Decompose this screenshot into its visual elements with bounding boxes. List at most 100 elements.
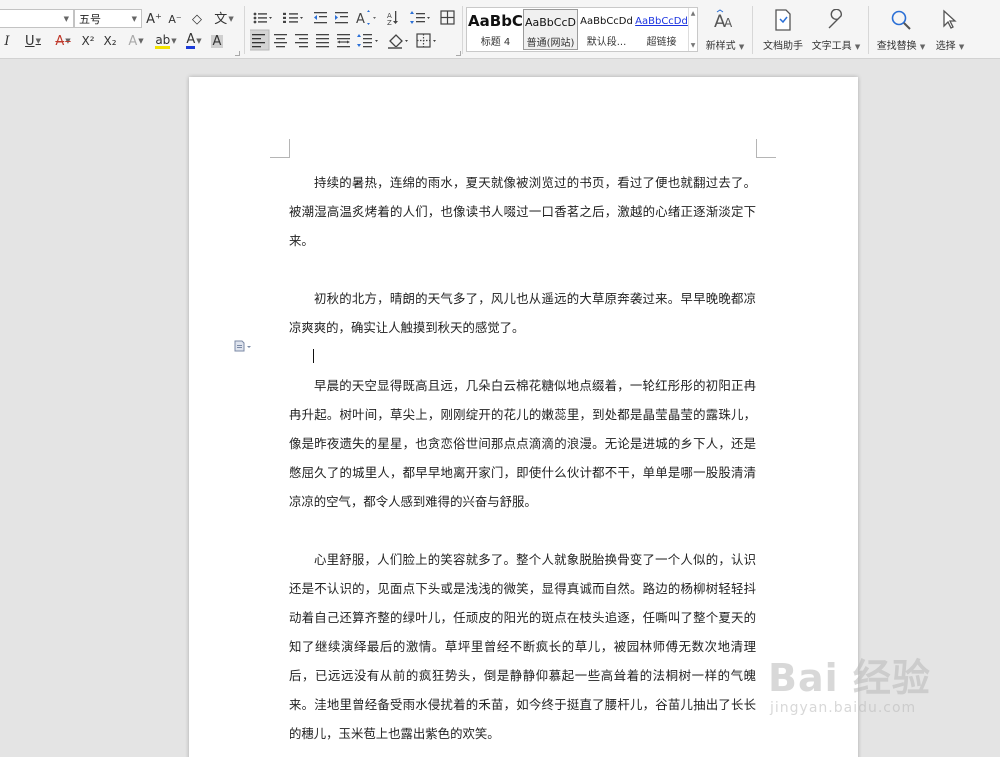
- document-page[interactable]: 持续的暑热，连绵的雨水，夏天就像被浏览过的书页，看过了便也就翻过去了。被潮湿高温…: [189, 77, 858, 757]
- shrink-font-icon: A⁻: [168, 12, 182, 26]
- select-label: 选择: [935, 41, 956, 52]
- font-dialog-launcher[interactable]: [235, 51, 240, 56]
- borders-icon[interactable]: [416, 33, 436, 48]
- separator: [868, 6, 869, 54]
- separator: [462, 6, 463, 54]
- style-default-paragraph[interactable]: AaBbCcDd 默认段...: [579, 9, 634, 50]
- decrease-indent-icon[interactable]: [314, 12, 327, 24]
- margin-mark-top-left: [270, 139, 290, 158]
- chevron-down-icon: ▼: [917, 43, 926, 51]
- grow-font-button[interactable]: A⁺: [145, 9, 163, 29]
- chevron-down-icon: ▼: [35, 36, 41, 45]
- style-name: 普通(网站): [526, 38, 575, 49]
- superscript-button[interactable]: X²: [78, 31, 98, 51]
- find-replace-label: 查找替换: [876, 41, 917, 52]
- paragraph-dialog-launcher[interactable]: [456, 51, 461, 56]
- style-preview: AaBbCcD: [525, 15, 576, 29]
- svg-text:A: A: [724, 16, 733, 30]
- char-scale-icon[interactable]: A: [356, 10, 376, 27]
- style-hyperlink[interactable]: AaBbCcDd 超链接: [634, 9, 689, 50]
- paragraph-layout-icon[interactable]: [234, 340, 254, 355]
- subscript-button[interactable]: X₂: [100, 31, 120, 51]
- font-name-combo[interactable]: ▼: [0, 9, 74, 28]
- style-name: 默认段...: [586, 37, 627, 48]
- bullet-list-icon[interactable]: [253, 12, 272, 24]
- baidu-watermark: Bai 经验 jingyan.baidu.com: [764, 645, 1000, 735]
- eraser-icon: ◇: [192, 11, 202, 27]
- gallery-scroll[interactable]: ▲ ▼: [688, 8, 697, 51]
- clear-format-button[interactable]: ◇: [188, 9, 206, 29]
- char-shading-button[interactable]: A: [209, 31, 225, 51]
- strikethrough-icon: A: [55, 33, 65, 49]
- svg-text:Z: Z: [387, 19, 392, 27]
- style-preview: AaBbC: [468, 12, 523, 30]
- paragraph-group: A A Z: [250, 10, 455, 51]
- table-border-icon[interactable]: [440, 10, 455, 25]
- highlight-button[interactable]: ab ▼: [152, 31, 180, 51]
- separator: [752, 6, 753, 54]
- chevron-down-icon[interactable]: ▼: [691, 42, 696, 49]
- numbered-list-icon[interactable]: [283, 12, 303, 23]
- chevron-down-icon: ▼: [196, 36, 202, 45]
- chevron-down-icon: ▼: [956, 43, 965, 51]
- font-size-combo[interactable]: 五号 ▼: [74, 9, 142, 28]
- highlight-icon: ab: [155, 32, 171, 49]
- doc-assistant-button[interactable]: 文档助手: [760, 8, 806, 52]
- style-preview: AaBbCcDd: [635, 15, 688, 27]
- paragraph[interactable]: 持续的暑热，连绵的雨水，夏天就像被浏览过的书页，看过了便也就翻过去了。被潮湿高温…: [289, 168, 756, 255]
- sort-icon[interactable]: A Z: [387, 11, 398, 27]
- paragraph[interactable]: 初秋的北方，晴朗的天气多了，风儿也从遥远的大草原奔袭过来。早早晚晚都凉凉爽爽的，…: [289, 284, 756, 342]
- chevron-down-icon: ▼: [131, 14, 137, 23]
- subscript-icon: X₂: [103, 34, 117, 48]
- font-color-icon: A: [186, 31, 196, 49]
- paragraph[interactable]: 心里舒服，人们脸上的笑容就多了。整个人就象脱胎换骨变了一个人似的，认识还是不认识…: [289, 545, 756, 748]
- svg-text:A: A: [356, 12, 365, 27]
- doc-assistant-label: 文档助手: [763, 41, 803, 52]
- font-size-value: 五号: [79, 12, 101, 26]
- pinyin-button[interactable]: 文 ▼: [210, 9, 238, 29]
- select-button[interactable]: 选择 ▼: [932, 8, 968, 52]
- align-right-icon[interactable]: [295, 34, 308, 48]
- document-body[interactable]: 持续的暑热，连绵的雨水，夏天就像被浏览过的书页，看过了便也就翻过去了。被潮湿高温…: [289, 168, 756, 748]
- italic-button[interactable]: I: [0, 31, 14, 51]
- new-style-icon: AA: [713, 8, 737, 32]
- chevron-down-icon: ▼: [736, 43, 745, 51]
- chevron-up-icon[interactable]: ▲: [691, 10, 696, 17]
- style-heading-4[interactable]: AaBbC 标题 4: [468, 9, 523, 50]
- text-tools-label: 文字工具: [811, 41, 852, 52]
- separator: [244, 6, 245, 54]
- find-replace-button[interactable]: 查找替换 ▼: [875, 8, 927, 52]
- italic-icon: I: [4, 33, 10, 49]
- line-spacing-icon[interactable]: [410, 11, 430, 24]
- distributed-align-icon[interactable]: [337, 34, 350, 48]
- align-center-icon[interactable]: [274, 34, 287, 48]
- grow-font-icon: A⁺: [146, 11, 162, 27]
- chevron-down-icon: ▼: [63, 14, 69, 23]
- text-tools-button[interactable]: 文字工具 ▼: [810, 8, 862, 52]
- chevron-down-icon: ▼: [65, 36, 71, 45]
- underline-button[interactable]: U ▼: [20, 31, 46, 51]
- justify-icon[interactable]: [316, 34, 329, 48]
- chevron-down-icon: ▼: [852, 43, 861, 51]
- shrink-font-button[interactable]: A⁻: [166, 9, 184, 29]
- cursor-arrow-icon: [941, 8, 959, 32]
- superscript-icon: X²: [81, 34, 95, 48]
- chevron-down-icon: ▼: [138, 36, 144, 45]
- style-normal-web[interactable]: AaBbCcD 普通(网站): [523, 9, 578, 50]
- increase-indent-icon[interactable]: [335, 12, 348, 24]
- style-gallery: AaBbC 标题 4 AaBbCcD 普通(网站) AaBbCcDd 默认段..…: [466, 7, 698, 52]
- watermark-url: jingyan.baidu.com: [770, 700, 917, 716]
- text-effect-icon: A: [128, 33, 138, 49]
- text-effect-button[interactable]: A ▼: [124, 31, 148, 51]
- pinyin-icon: 文: [214, 11, 228, 27]
- shading-icon[interactable]: [388, 34, 408, 49]
- watermark-brand: Bai 经验: [768, 656, 931, 700]
- font-color-button[interactable]: A ▼: [182, 31, 206, 51]
- paragraph-spacing-icon[interactable]: [357, 34, 378, 48]
- char-shading-icon: A: [210, 33, 224, 49]
- paragraph[interactable]: 早晨的天空显得既高且远，几朵白云棉花糖似地点缀着，一轮红彤彤的初阳正冉冉升起。树…: [289, 371, 756, 516]
- style-name: 超链接: [646, 37, 677, 48]
- new-style-label: 新样式: [705, 41, 736, 52]
- strikethrough-button[interactable]: A ▼: [50, 31, 76, 51]
- new-style-button[interactable]: AA 新样式 ▼: [704, 8, 746, 52]
